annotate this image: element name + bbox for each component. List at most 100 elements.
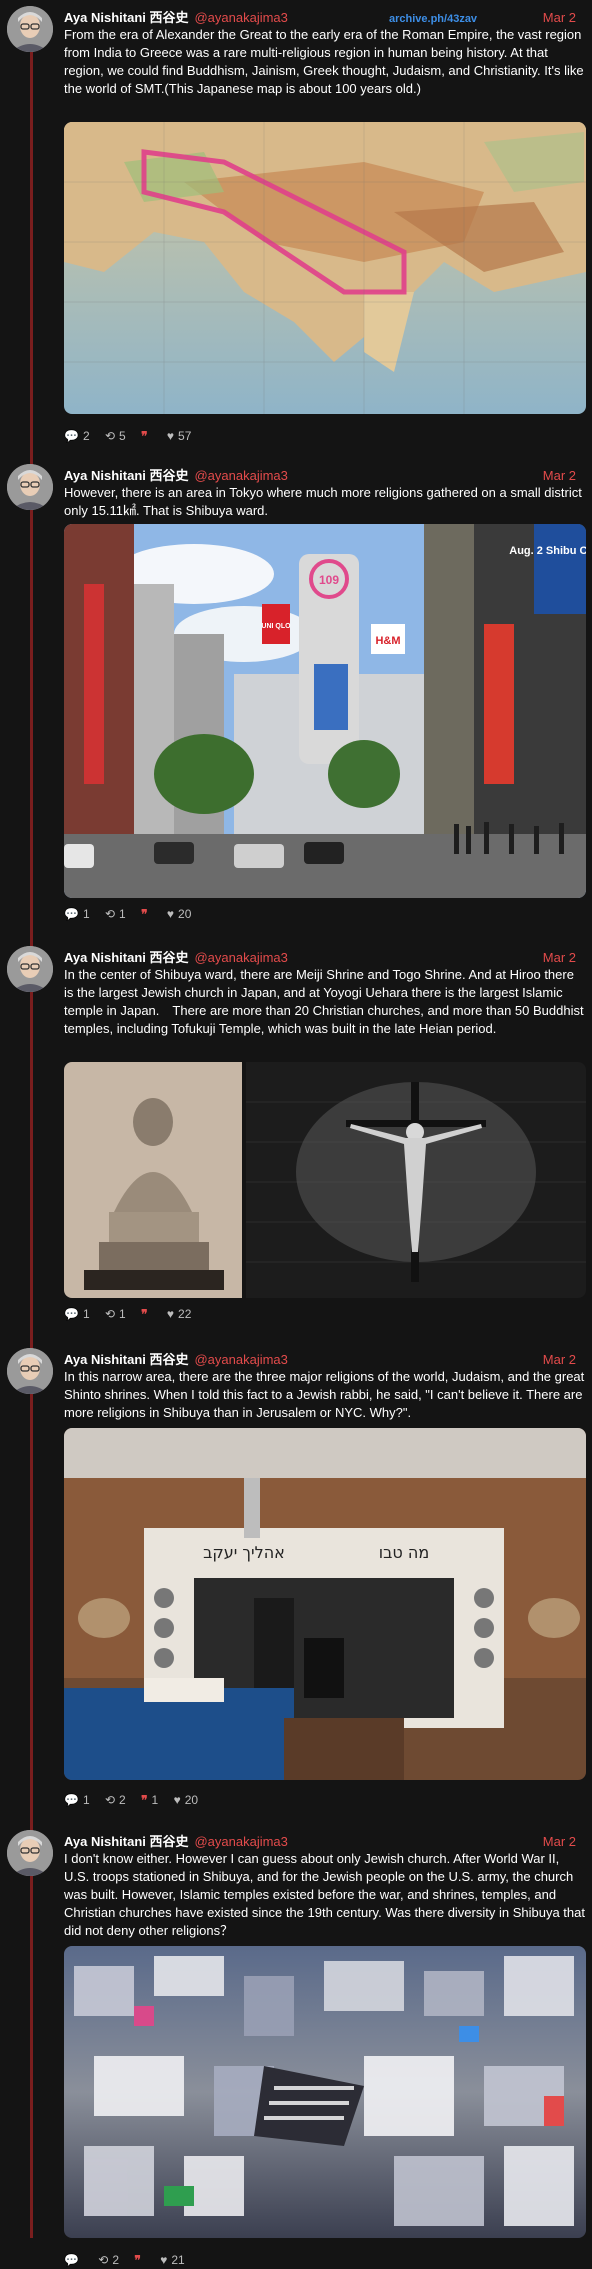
tweet-date[interactable]: Mar 2 [543, 1833, 576, 1851]
reply-button[interactable]: 💬 1 [64, 906, 90, 922]
like-count: 20 [178, 907, 192, 921]
tweet-text: However, there is an area in Tokyo where… [64, 485, 582, 518]
avatar[interactable] [7, 6, 53, 52]
like-count: 22 [178, 1307, 192, 1321]
tweet-date[interactable]: Mar 2 [543, 949, 576, 967]
like-button[interactable]: ♥ 22 [167, 1306, 191, 1322]
heart-icon: ♥ [173, 1793, 181, 1807]
hm-sign: H&M [375, 635, 400, 647]
hebrew-inscription-right: מה טבו [379, 1543, 429, 1562]
quote-button[interactable]: ❞ [141, 1306, 151, 1322]
quote-button[interactable]: ❞ [134, 2252, 144, 2268]
quote-icon: ❞ [141, 429, 148, 443]
retweet-count: 1 [119, 1307, 126, 1321]
retweet-icon: ⟲ [104, 1793, 116, 1807]
tweet-text: In this narrow area, there are the three… [64, 1369, 585, 1420]
speech-bubble-icon: 💬 [64, 907, 79, 921]
retweet-button[interactable]: ⟲ 1 [105, 906, 126, 922]
tweet-text: In the center of Shibuya ward, there are… [64, 967, 584, 1036]
heart-icon: ♥ [166, 429, 175, 443]
heart-icon: ♥ [160, 2253, 168, 2267]
retweet-count: 5 [119, 429, 126, 443]
tweet-actions: 💬 ⟲ 2 ❞ ♥ 21 [64, 2252, 197, 2268]
author-handle[interactable]: @ayanakajima3 [194, 1352, 287, 1367]
avatar[interactable] [7, 1348, 53, 1394]
retweet-icon: ⟲ [104, 1307, 116, 1321]
author-name[interactable]: Aya Nishitani 西谷史 [64, 1834, 188, 1849]
speech-bubble-icon: 💬 [64, 1793, 79, 1807]
author-name[interactable]: Aya Nishitani 西谷史 [64, 1352, 188, 1367]
author-name[interactable]: Aya Nishitani 西谷史 [64, 468, 188, 483]
synagogue-image[interactable]: אהליך יעקב מה טבו [64, 1428, 586, 1780]
tweet-date[interactable]: Mar 2 [543, 467, 576, 485]
buddha-statue-image[interactable] [64, 1062, 242, 1298]
retweet-count: 2 [119, 1793, 126, 1807]
like-count: 57 [178, 429, 192, 443]
retweet-icon: ⟲ [104, 907, 116, 921]
tweet-header: Aya Nishitani 西谷史 @ayanakajima3 Mar 2 [64, 1351, 582, 1369]
avatar[interactable] [7, 464, 53, 510]
tweet-text: I don't know either. However I can guess… [64, 1851, 585, 1938]
quote-count: 1 [151, 1793, 159, 1807]
reply-count: 1 [82, 907, 90, 921]
tweet-date[interactable]: Mar 2 [543, 1351, 576, 1369]
quote-icon: ❞ [141, 1793, 148, 1807]
uniqlo-sign: UNI QLO [261, 623, 291, 630]
reply-button[interactable]: 💬 2 [64, 428, 90, 444]
speech-bubble-icon: 💬 [64, 2253, 79, 2267]
map-image[interactable] [64, 122, 586, 414]
tweet-date[interactable]: Mar 2 [543, 9, 576, 27]
retweet-count: 1 [119, 907, 126, 921]
speech-bubble-icon: 💬 [64, 1307, 79, 1321]
quote-button[interactable]: ❞ [141, 906, 151, 922]
speech-bubble-icon: 💬 [64, 429, 79, 443]
tweet-actions: 💬 1 ⟲ 1 ❞ ♥ 22 [64, 1306, 203, 1322]
shibuya-aerial-image[interactable] [64, 1946, 586, 2238]
author-handle[interactable]: @ayanakajima3 [194, 1834, 287, 1849]
retweet-button[interactable]: ⟲ 5 [105, 428, 126, 444]
retweet-button[interactable]: ⟲ 2 [105, 1792, 126, 1808]
crucifix-image[interactable] [246, 1062, 586, 1298]
like-button[interactable]: ♥ 21 [160, 2252, 184, 2268]
avatar[interactable] [7, 1830, 53, 1876]
reply-count: 1 [82, 1793, 90, 1807]
retweet-count: 2 [112, 2253, 120, 2267]
reply-button[interactable]: 💬 1 [64, 1306, 90, 1322]
quote-button[interactable]: ❞ 1 [141, 1792, 158, 1808]
quote-icon: ❞ [141, 1307, 148, 1321]
heart-icon: ♥ [166, 907, 175, 921]
tweet-actions: 💬 1 ⟲ 1 ❞ ♥ 20 [64, 906, 203, 922]
retweet-button[interactable]: ⟲ 1 [105, 1306, 126, 1322]
like-button[interactable]: ♥ 20 [167, 906, 191, 922]
tweet-text: From the era of Alexander the Great to t… [64, 27, 584, 96]
tweet-header: Aya Nishitani 西谷史 @ayanakajima3 Mar 2 [64, 467, 582, 485]
reply-button[interactable]: 💬 1 [64, 1792, 90, 1808]
shibuya-street-image[interactable]: 109 UNI QLO H&M Aug. 2 Shibu Cross [64, 524, 586, 898]
retweet-button[interactable]: ⟲ 2 [98, 2252, 119, 2268]
like-count: 20 [184, 1793, 199, 1807]
heart-icon: ♥ [166, 1307, 175, 1321]
tweet-header: Aya Nishitani 西谷史 @ayanakajima3 Mar 2 [64, 1833, 582, 1851]
tweet-actions: 💬 2 ⟲ 5 ❞ ♥ 57 [64, 428, 203, 444]
retweet-icon: ⟲ [98, 2253, 109, 2267]
hebrew-inscription-left: אהליך יעקב [203, 1543, 285, 1562]
reply-button[interactable]: 💬 [64, 2252, 83, 2268]
quote-button[interactable]: ❞ [141, 428, 151, 444]
tower-109-sign: 109 [319, 573, 339, 587]
crossing-sign: Aug. 2 Shibu Cross [509, 545, 586, 557]
author-handle[interactable]: @ayanakajima3 [194, 10, 287, 25]
tweet-header: Aya Nishitani 西谷史 @ayanakajima3 archive.p… [64, 9, 582, 27]
author-handle[interactable]: @ayanakajima3 [194, 950, 287, 965]
author-name[interactable]: Aya Nishitani 西谷史 [64, 10, 188, 25]
religious-images [64, 1062, 586, 1298]
avatar[interactable] [7, 946, 53, 992]
like-button[interactable]: ♥ 20 [174, 1792, 198, 1808]
quote-icon: ❞ [134, 2253, 141, 2267]
author-name[interactable]: Aya Nishitani 西谷史 [64, 950, 188, 965]
author-handle[interactable]: @ayanakajima3 [194, 468, 287, 483]
tweet-actions: 💬 1 ⟲ 2 ❞ 1 ♥ 20 [64, 1792, 210, 1808]
like-count: 21 [171, 2253, 185, 2267]
thread-line [30, 48, 33, 2238]
like-button[interactable]: ♥ 57 [167, 428, 191, 444]
quote-icon: ❞ [141, 907, 148, 921]
